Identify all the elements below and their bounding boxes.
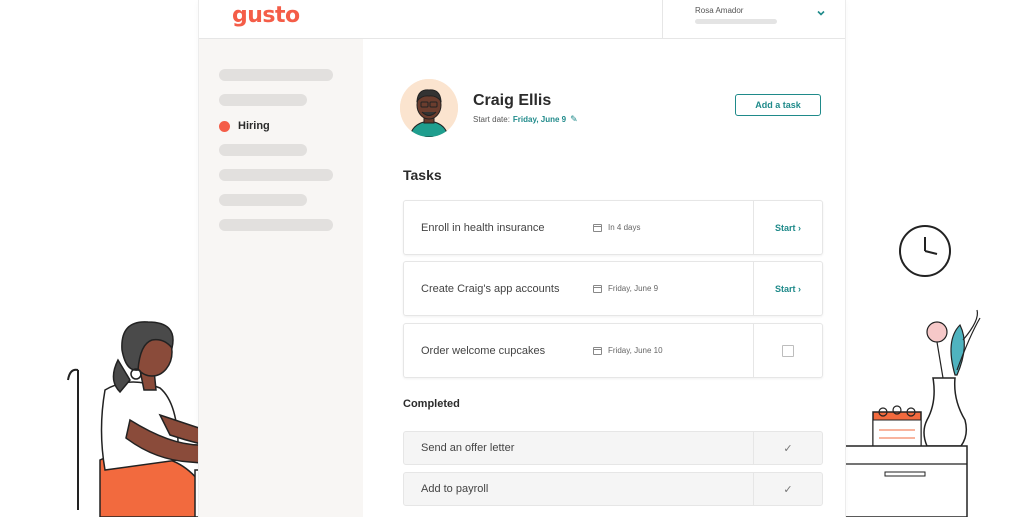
main-content: Craig Ellis Start date: Friday, June 9 ✎… [363,39,845,517]
task-row: Enroll in health insurance In 4 days Sta… [403,200,823,255]
completed-task-name: Send an offer letter [421,442,515,454]
task-action-cell [753,324,822,377]
task-row: Order welcome cupcakes Friday, June 10 [403,323,823,378]
sidebar-item-hiring[interactable]: Hiring [219,120,270,132]
task-row: Create Craig's app accounts Friday, June… [403,261,823,316]
task-action-cell: Start › [753,262,822,315]
app-window: gusto Rosa Amador Hiring Craig Ellis Sta… [199,0,845,517]
task-action-cell: Start › [753,201,822,254]
completed-task-row: Add to payroll ✓ [403,472,823,506]
sidebar-item-placeholder[interactable] [219,94,307,106]
completed-task-name: Add to payroll [421,483,489,495]
task-due: In 4 days [593,223,640,232]
task-name: Enroll in health insurance [421,222,545,234]
chevron-down-icon[interactable] [816,8,830,22]
calendar-icon [593,223,602,232]
sidebar-item-placeholder[interactable] [219,194,307,206]
checkmark-icon[interactable]: ✓ [753,432,822,464]
task-checkbox[interactable] [782,344,794,357]
task-due-text: Friday, June 10 [608,346,663,355]
employee-name: Craig Ellis [473,92,552,109]
active-indicator-dot [219,120,230,132]
task-name: Order welcome cupcakes [421,345,546,357]
task-due: Friday, June 10 [593,346,663,355]
start-date-line: Start date: Friday, June 9 ✎ [473,114,578,125]
completed-heading: Completed [403,398,460,410]
screen: gusto Rosa Amador Hiring Craig Ellis Sta… [0,0,1024,517]
avatar [400,79,458,137]
gusto-logo[interactable]: gusto [232,3,300,28]
sidebar-item-placeholder[interactable] [219,144,307,156]
calendar-icon [593,284,602,293]
task-due-text: In 4 days [608,223,641,232]
sidebar-item-placeholder[interactable] [219,169,333,181]
top-bar: gusto Rosa Amador [199,0,845,39]
start-date-label: Start date: [473,115,510,124]
sidebar-item-placeholder[interactable] [219,69,333,81]
completed-task-row: Send an offer letter ✓ [403,431,823,465]
sidebar: Hiring [199,39,363,517]
tasks-heading: Tasks [403,167,442,183]
pencil-icon[interactable]: ✎ [570,114,578,125]
add-task-button[interactable]: Add a task [735,94,821,116]
account-menu[interactable]: Rosa Amador [662,0,845,38]
task-due: Friday, June 9 [593,284,658,293]
sidebar-item-label: Hiring [238,120,270,132]
task-due-text: Friday, June 9 [608,284,659,293]
start-task-button[interactable]: Start › [775,223,801,233]
account-name: Rosa Amador [695,6,744,15]
checkmark-icon[interactable]: ✓ [753,473,822,505]
office-decor-illustration [845,220,1024,517]
start-task-button[interactable]: Start › [775,284,801,294]
task-name: Create Craig's app accounts [421,283,560,295]
account-subtitle-placeholder [695,19,777,24]
start-date-value[interactable]: Friday, June 9 [513,115,566,124]
sidebar-item-placeholder[interactable] [219,219,333,231]
calendar-icon [593,346,602,355]
